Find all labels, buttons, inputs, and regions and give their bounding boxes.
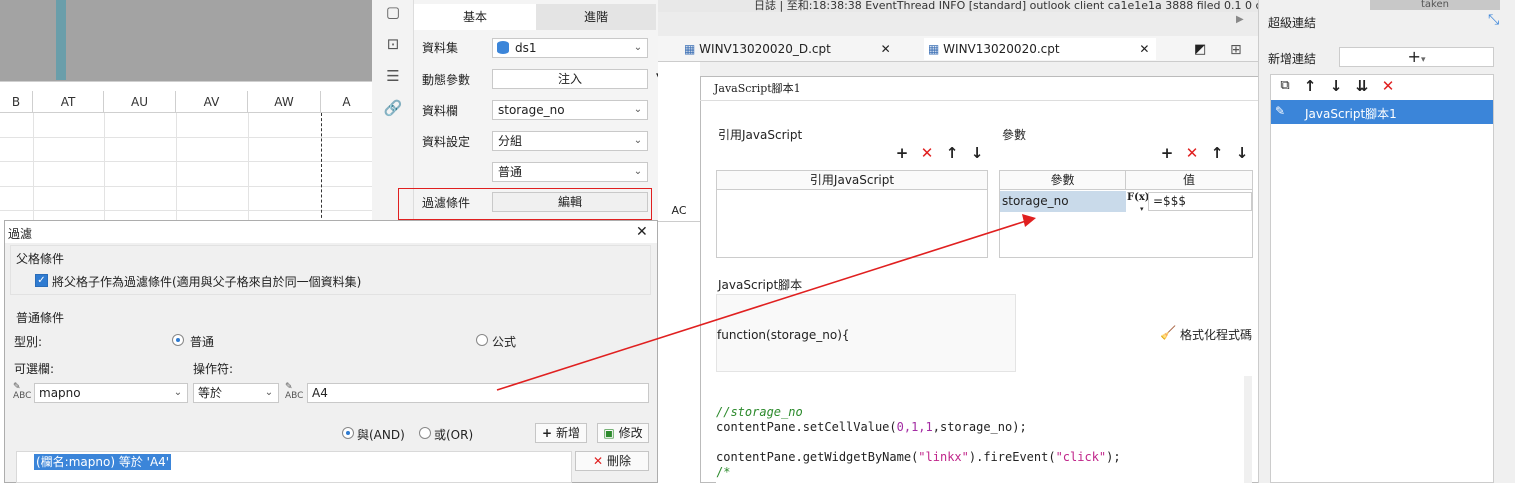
annotation-arrow <box>496 214 1036 391</box>
annotation-arrow-line <box>496 220 1027 391</box>
annotation-arrow-head <box>1022 214 1036 227</box>
